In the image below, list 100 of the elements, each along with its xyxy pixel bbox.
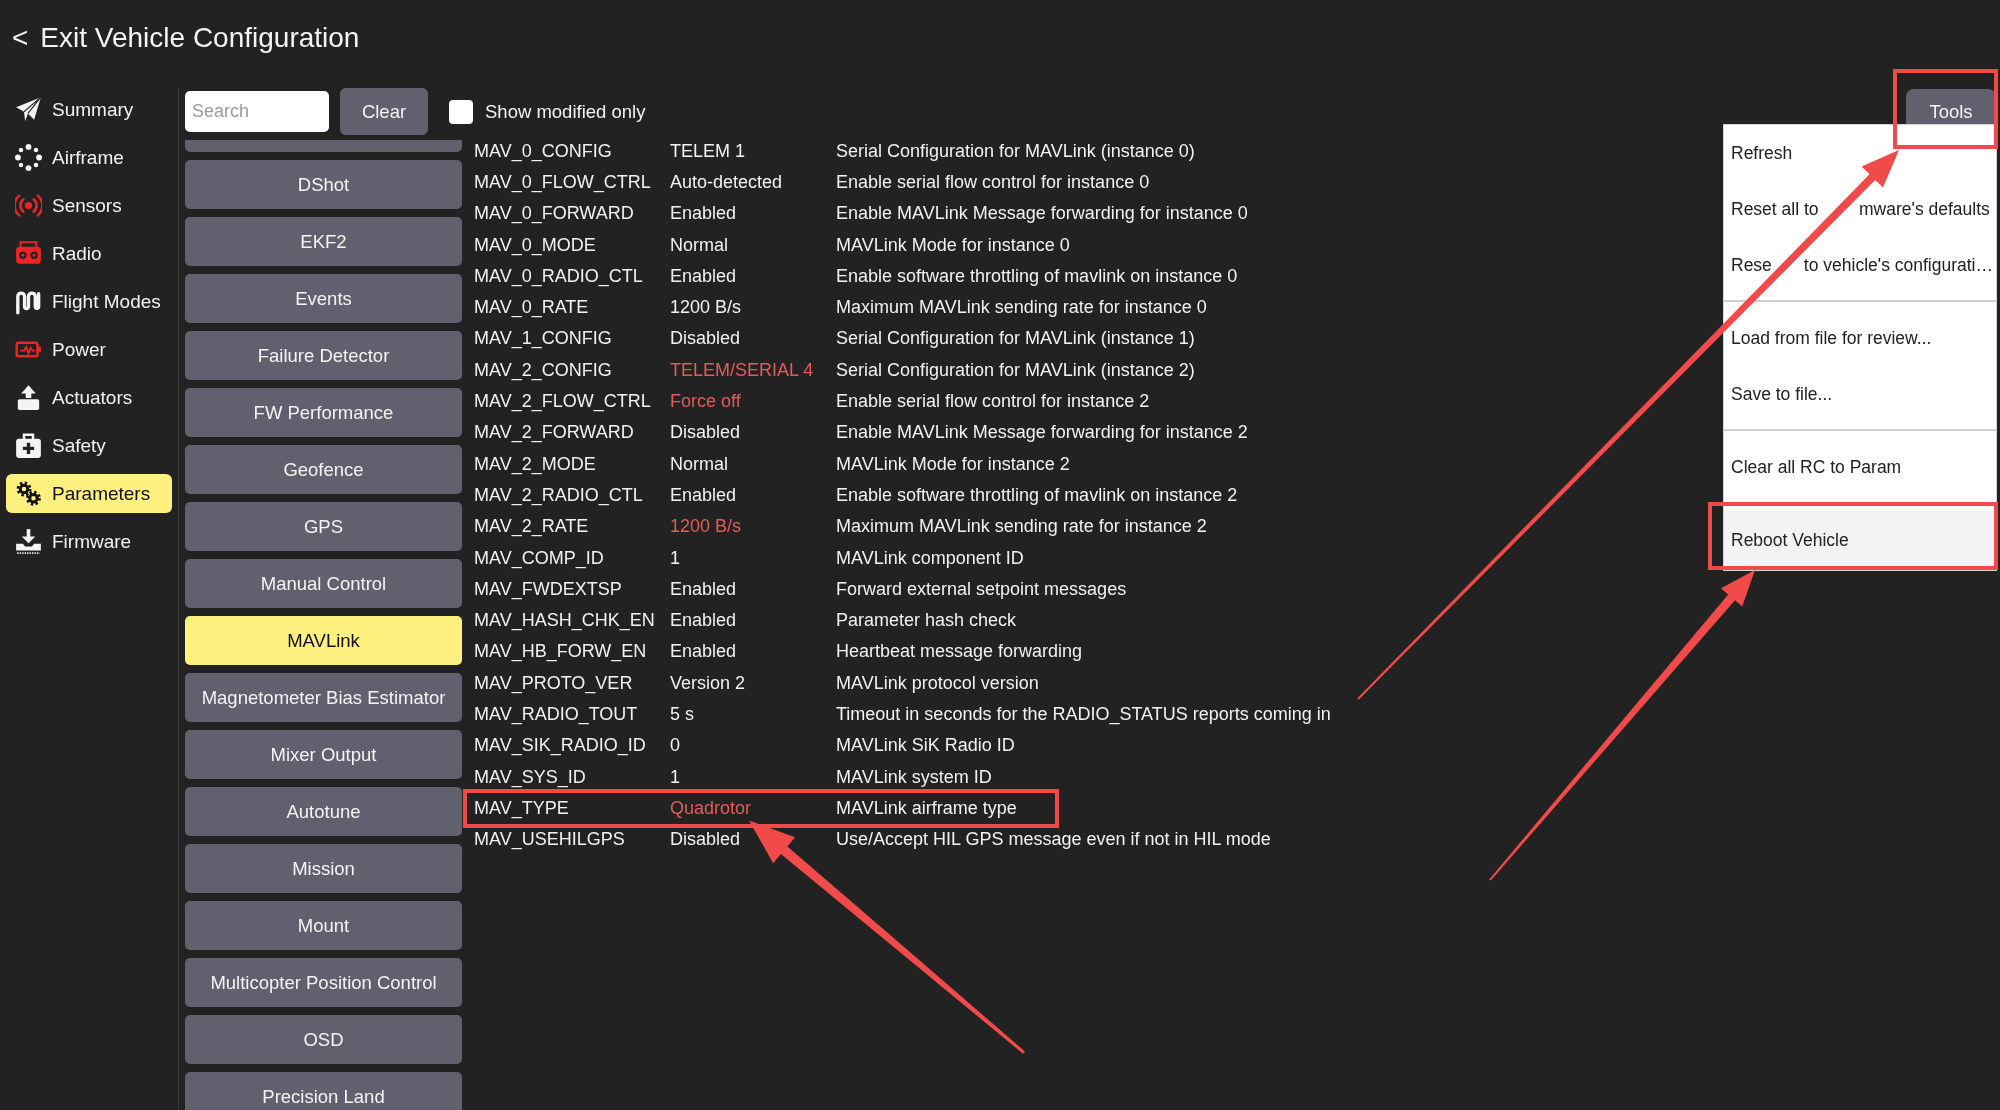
param-description: MAVLink protocol version	[836, 671, 1039, 694]
param-description: Enable serial flow control for instance 0	[836, 170, 1150, 193]
menu-item[interactable]: Rese to vehicle's configurati…	[1724, 237, 1996, 293]
param-name: MAV_0_FLOW_CTRL	[474, 170, 652, 193]
search-field[interactable]: Search	[185, 91, 329, 132]
category-button[interactable]: Manual Control	[185, 559, 462, 608]
param-value: 0	[670, 734, 681, 757]
sidebar-item[interactable]: Radio	[6, 234, 172, 273]
param-name: MAV_2_FORWARD	[474, 421, 635, 444]
param-description: Enable serial flow control for instance 2	[836, 390, 1150, 412]
sidebar-item[interactable]: Firmware	[6, 522, 172, 561]
param-name: MAV_PROTO_VER	[474, 671, 634, 694]
param-description: Forward external setpoint messages	[836, 577, 1127, 600]
param-description: Enable software throttling of mavlink on instance 0	[836, 264, 1238, 287]
category-button[interactable]: Autotune	[185, 787, 462, 836]
category-button[interactable]: Geofence	[185, 445, 462, 494]
param-description: Serial Configuration for MAVLink (instance 2)	[836, 358, 1195, 381]
param-name: MAV_2_RADIO_CTL	[474, 483, 644, 506]
param-name: MAV_0_RATE	[474, 296, 590, 319]
param-value: TELEM/SERIAL 4	[670, 358, 815, 381]
param-value: Normal	[670, 233, 729, 256]
param-description: MAVLink Mode for instance 2	[836, 452, 1070, 475]
category-button[interactable]: Multicopter Position Control	[185, 958, 462, 1007]
param-value: Disabled	[670, 327, 742, 350]
param-value: Auto-detected	[670, 170, 784, 193]
param-value: Force off	[670, 390, 742, 412]
param-value: Version 2	[670, 671, 747, 694]
sidebar-item[interactable]: Sensors	[6, 186, 172, 225]
param-description: Serial Configuration for MAVLink (instance 1)	[836, 327, 1195, 350]
param-name: MAV_0_CONFIG	[474, 139, 613, 162]
param-name: MAV_0_MODE	[474, 233, 597, 256]
param-description: Timeout in seconds for the RADIO_STATUS reports coming in	[836, 703, 1331, 725]
menu-item[interactable]: Clear all RC to Param	[1724, 439, 1996, 495]
param-description: Enable software throttling of mavlink on instance 2	[836, 483, 1238, 506]
category-button[interactable]: Mixer Output	[185, 730, 462, 779]
param-value: Enabled	[670, 640, 738, 663]
category-button[interactable]: Events	[185, 274, 462, 323]
param-value: Enabled	[670, 202, 738, 225]
category-button[interactable]: EKF2	[185, 217, 462, 266]
menu-item[interactable]: Reset all to mware's defaults	[1724, 181, 1996, 237]
param-description: Heartbeat message forwarding	[836, 640, 1083, 663]
checkbox-label[interactable]: Show modified only	[485, 100, 646, 123]
param-value: Enabled	[670, 577, 738, 600]
param-value: 1200 B/s	[670, 515, 743, 538]
param-value: TELEM 1	[670, 139, 747, 162]
sidebar-item[interactable]: Safety	[6, 426, 172, 465]
param-name: MAV_0_FORWARD	[474, 202, 635, 225]
param-name: MAV_COMP_ID	[474, 546, 605, 569]
param-description: Use/Accept HIL GPS message even if not in HIL mode	[836, 828, 1271, 851]
category-button[interactable]: DShot	[185, 160, 462, 209]
param-value: Normal	[670, 452, 729, 475]
param-description: Maximum MAVLink sending rate for instance 2	[836, 515, 1207, 538]
category-button[interactable]: Mount	[185, 901, 462, 950]
category-button[interactable]: OSD	[185, 1015, 462, 1064]
param-name: MAV_2_FLOW_CTRL	[474, 390, 652, 412]
param-description: MAVLink SiK Radio ID	[836, 734, 1015, 757]
param-name: MAV_FWDEXTSP	[474, 577, 623, 600]
param-name: MAV_0_RADIO_CTL	[474, 264, 644, 287]
param-value: Enabled	[670, 609, 738, 632]
sidebar-item[interactable]: Parameters	[6, 474, 172, 513]
sidebar-item[interactable]: Actuators	[6, 378, 172, 417]
param-description: Maximum MAVLink sending rate for instance 0	[836, 296, 1207, 319]
param-description: Enable MAVLink Message forwarding for instance 2	[836, 421, 1248, 444]
menu-item[interactable]: Refresh	[1724, 125, 1996, 181]
param-description: Serial Configuration for MAVLink (instance 0)	[836, 139, 1195, 162]
param-name: MAV_HASH_CHK_EN	[474, 609, 656, 632]
category-button[interactable]: Magnetometer Bias Estimator	[185, 673, 462, 722]
param-description: MAVLink component ID	[836, 546, 1024, 569]
category-button[interactable]: MAVLink	[185, 616, 462, 665]
param-description: Enable MAVLink Message forwarding for instance 0	[836, 202, 1248, 225]
param-description: Parameter hash check	[836, 609, 1017, 632]
sidebar-item[interactable]: Flight Modes	[6, 282, 172, 321]
param-name: MAV_SIK_RADIO_ID	[474, 734, 647, 757]
menu-item[interactable]: Save to file...	[1724, 366, 1996, 422]
category-button[interactable]: Mission	[185, 844, 462, 893]
menu-item[interactable]: Load from file for review...	[1724, 310, 1996, 366]
tools-button[interactable]: Tools	[1906, 89, 1996, 125]
sidebar-item[interactable]: Power	[6, 330, 172, 369]
param-description: MAVLink system ID	[836, 765, 992, 788]
param-name: MAV_USEHILGPS	[474, 828, 626, 851]
param-value: Disabled	[670, 421, 742, 444]
param-value: 5 s	[670, 703, 695, 725]
category-button[interactable]: GPS	[185, 502, 462, 551]
param-value: Enabled	[670, 483, 738, 506]
clear-button[interactable]: Clear	[340, 88, 428, 135]
category-button[interactable]: Precision Land	[185, 1072, 462, 1110]
param-description: MAVLink airframe type	[836, 796, 1017, 819]
sidebar-item[interactable]: Airframe	[6, 138, 172, 177]
category-button[interactable]: Failure Detector	[185, 331, 462, 380]
param-value: 1	[670, 546, 681, 569]
param-value: Enabled	[670, 264, 738, 287]
param-description: MAVLink Mode for instance 0	[836, 233, 1070, 256]
param-value: 1	[670, 765, 681, 788]
exit-configuration-button[interactable]: < Exit Vehicle Configuration	[12, 21, 360, 55]
checkbox[interactable]	[449, 99, 473, 124]
param-name: MAV_2_RATE	[474, 515, 590, 538]
param-name: MAV_TYPE	[474, 796, 570, 819]
category-button[interactable]: FW Performance	[185, 388, 462, 437]
sidebar-item[interactable]: Summary	[6, 90, 172, 129]
param-name: MAV_SYS_ID	[474, 765, 587, 788]
